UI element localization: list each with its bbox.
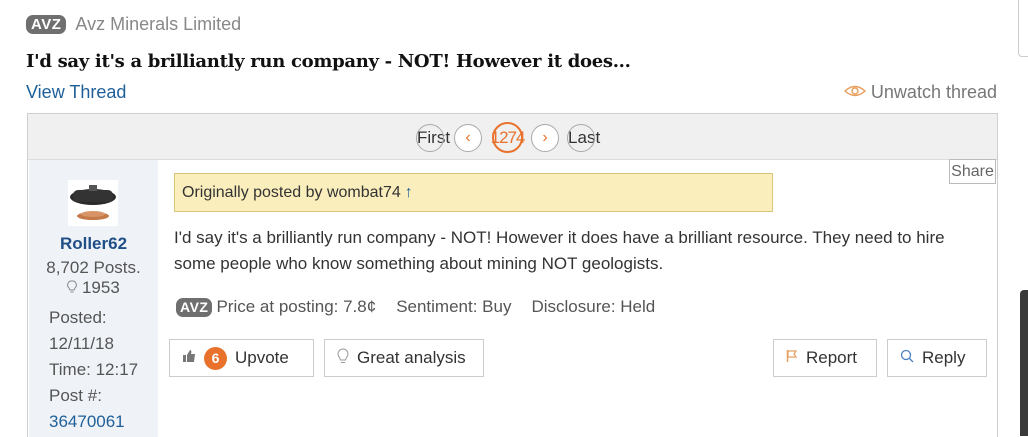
pagination-bar: First ‹ 1274 › Last bbox=[28, 114, 997, 160]
price-at-posting: Price at posting: 7.8¢ bbox=[216, 297, 377, 316]
post-meta: AVZ Price at posting: 7.8¢ Sentiment: Bu… bbox=[176, 297, 655, 317]
chevron-left-icon: ‹ bbox=[465, 128, 471, 146]
sentiment: Sentiment: Buy bbox=[396, 297, 512, 316]
first-page-button[interactable]: First bbox=[416, 123, 450, 152]
prev-page-button[interactable]: ‹ bbox=[454, 123, 483, 152]
posted-label: Posted: bbox=[49, 308, 107, 327]
side-panel-edge bbox=[1018, 0, 1028, 57]
great-analysis-button[interactable]: Great analysis bbox=[324, 339, 484, 377]
lightbulb-icon bbox=[337, 347, 349, 369]
thumbs-up-icon bbox=[182, 348, 196, 368]
quote-author[interactable]: Originally posted by wombat74 bbox=[182, 184, 401, 201]
upvote-button[interactable]: 6 Upvote bbox=[169, 339, 314, 377]
ticker-badge[interactable]: AVZ bbox=[26, 15, 67, 34]
posted-time: Time: 12:17 bbox=[49, 360, 139, 379]
post-ticker-badge[interactable]: AVZ bbox=[176, 297, 213, 317]
eye-icon bbox=[843, 82, 867, 103]
thread-title: I'd say it's a brilliantly run company -… bbox=[26, 51, 631, 72]
share-button[interactable]: Share bbox=[949, 159, 996, 184]
disclosure: Disclosure: Held bbox=[531, 297, 656, 316]
thread-header: AVZ Avz Minerals Limited bbox=[26, 14, 241, 35]
reply-button[interactable]: Reply bbox=[887, 339, 987, 377]
post-number-label: Post #: bbox=[49, 386, 102, 405]
unwatch-label: Unwatch thread bbox=[870, 82, 997, 102]
username-link[interactable]: Roller62 bbox=[29, 234, 158, 254]
lightbulb-icon bbox=[67, 278, 82, 297]
chevron-right-icon: › bbox=[542, 128, 548, 146]
side-panel-dark-edge bbox=[1020, 290, 1028, 436]
unwatch-thread-button[interactable]: Unwatch thread bbox=[843, 82, 997, 103]
avatar[interactable] bbox=[68, 180, 118, 226]
upvote-count-badge: 6 bbox=[204, 346, 227, 370]
reply-label: Reply bbox=[922, 348, 966, 367]
post-container: First ‹ 1274 › Last Roller62 8,702 Posts… bbox=[27, 113, 998, 437]
last-page-button[interactable]: Last bbox=[567, 123, 600, 152]
report-button[interactable]: Report bbox=[773, 339, 877, 377]
likes-value: 1953 bbox=[81, 278, 120, 297]
post-number-link[interactable]: 36470061 bbox=[49, 412, 125, 432]
current-page[interactable]: 1274 bbox=[491, 122, 525, 153]
posted-date: 12/11/18 bbox=[49, 334, 114, 353]
company-name[interactable]: Avz Minerals Limited bbox=[75, 14, 241, 35]
view-thread-link[interactable]: View Thread bbox=[26, 82, 126, 103]
flag-icon bbox=[786, 348, 798, 368]
arrow-up-icon[interactable]: ↑ bbox=[405, 184, 413, 201]
quote-header: Originally posted by wombat74 ↑ bbox=[174, 173, 773, 212]
likes-count: 1953 bbox=[29, 278, 158, 298]
upvote-label: Upvote bbox=[235, 348, 289, 367]
report-label: Report bbox=[806, 348, 858, 367]
post-body: I'd say it's a brilliantly run company -… bbox=[174, 228, 945, 273]
user-info-column: Roller62 8,702 Posts. 1953 Posted: 12/11… bbox=[29, 160, 158, 437]
post-count: 8,702 Posts. bbox=[46, 258, 141, 277]
next-page-button[interactable]: › bbox=[531, 123, 560, 152]
great-analysis-label: Great analysis bbox=[357, 348, 466, 367]
search-icon bbox=[900, 348, 914, 368]
